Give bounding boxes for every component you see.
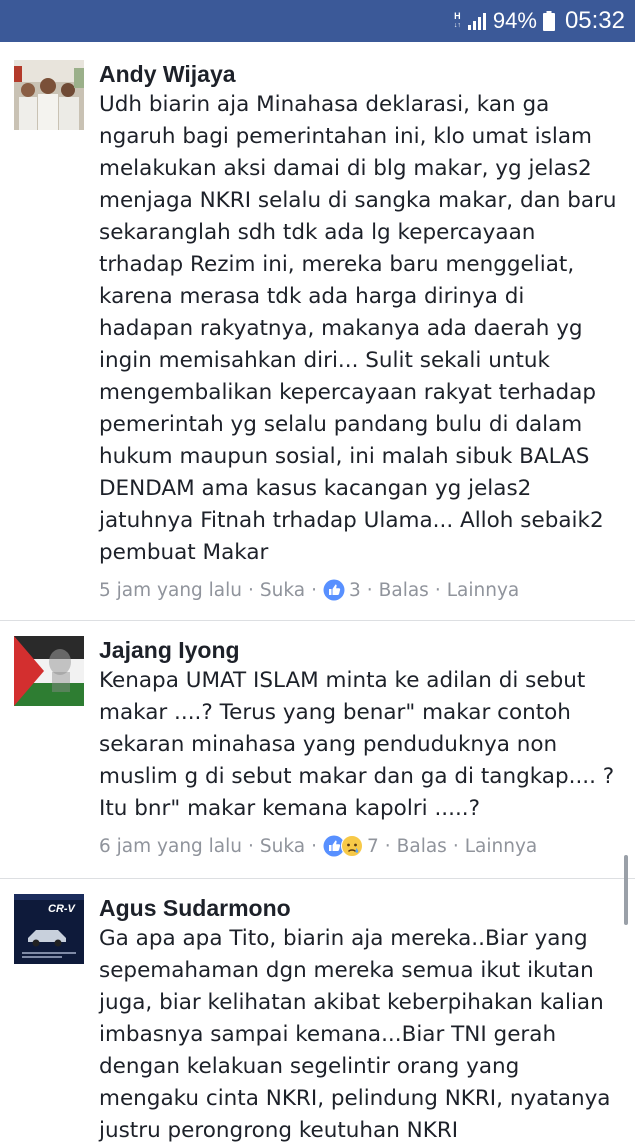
comment-divider [0, 620, 635, 621]
scrollbar[interactable] [624, 855, 628, 925]
palestine-flag-avatar-icon [14, 636, 84, 706]
comment-text: Udh biarin aja Minahasa deklarasi, kan g… [99, 92, 617, 565]
status-bar: H ↓↑ 94% 05:32 [0, 0, 635, 42]
clock: 05:32 [564, 7, 625, 34]
separator-dot: · [434, 579, 441, 601]
comment-timestamp[interactable]: 5 jam yang lalu [99, 580, 242, 601]
separator-dot: · [452, 835, 459, 857]
separator-dot: · [311, 579, 317, 601]
reaction-summary[interactable] [323, 579, 345, 601]
comment-author[interactable]: Jajang Iyong [99, 636, 624, 664]
like-link[interactable]: Suka [260, 580, 305, 601]
comment-timestamp[interactable]: 6 jam yang lalu [99, 836, 242, 857]
separator-dot: · [384, 835, 391, 857]
signal-icon [467, 13, 486, 30]
reaction-count[interactable]: 7 [367, 836, 379, 857]
separator-dot: · [248, 835, 254, 857]
comment-text: Kenapa UMAT ISLAM minta ke adilan di seb… [99, 668, 615, 821]
battery-percent: 94% [492, 8, 537, 33]
reaction-count[interactable]: 3 [349, 580, 361, 601]
network-type-label: H [454, 11, 461, 21]
comment-author[interactable]: Andy Wijaya [99, 60, 624, 88]
sad-reaction-icon [341, 835, 363, 857]
reply-link[interactable]: Balas [397, 836, 447, 857]
car-ad-avatar-icon: CR-V [14, 894, 84, 964]
comment-author[interactable]: Agus Sudarmono [99, 894, 624, 922]
reaction-summary[interactable] [323, 835, 363, 857]
like-reaction-icon [323, 579, 345, 601]
group-photo-avatar-icon [14, 60, 84, 130]
comment-actions: 5 jam yang lalu · Suka · 3 · Balas · Lai… [99, 579, 624, 601]
network-type-indicator: H ↓↑ [454, 12, 461, 30]
more-link[interactable]: Lainnya [465, 836, 538, 857]
car-logo-text: CR-V [48, 903, 77, 915]
avatar[interactable] [14, 636, 84, 706]
like-link[interactable]: Suka [260, 836, 305, 857]
reply-link[interactable]: Balas [379, 580, 429, 601]
avatar[interactable]: CR-V [14, 894, 84, 964]
separator-dot: · [366, 579, 373, 601]
battery-icon [542, 11, 555, 31]
comment-divider [0, 878, 635, 879]
avatar[interactable] [14, 60, 84, 130]
network-arrows: ↓↑ [453, 22, 461, 29]
comment-text: Ga apa apa Tito, biarin aja mereka..Biar… [99, 926, 611, 1143]
separator-dot: · [311, 835, 317, 857]
comment-actions: 6 jam yang lalu · Suka · 7 · Balas · Lai… [99, 835, 624, 857]
separator-dot: · [248, 579, 254, 601]
more-link[interactable]: Lainnya [447, 580, 520, 601]
